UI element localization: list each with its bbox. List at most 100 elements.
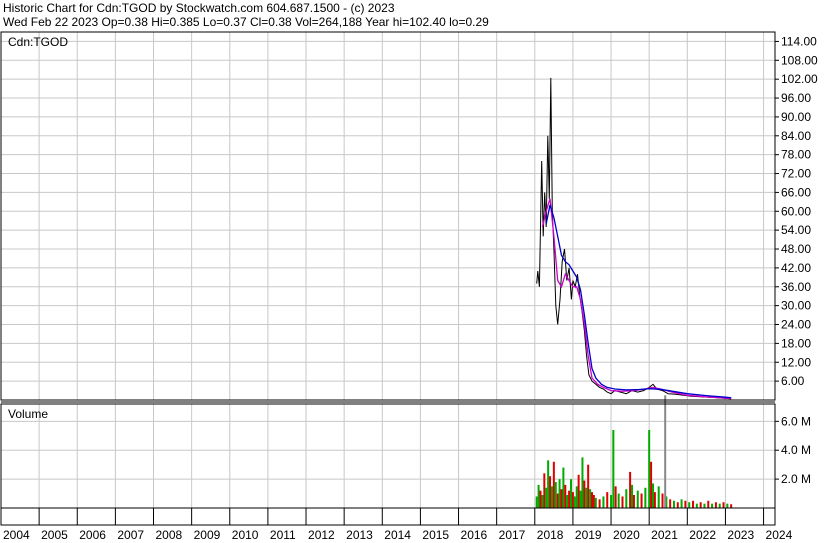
volume-bar xyxy=(550,486,553,508)
year-tick-label: 2019 xyxy=(575,528,602,542)
volume-bar xyxy=(676,502,679,508)
price-tick-label: 108.00 xyxy=(781,53,818,67)
price-tick-label: 84.00 xyxy=(781,129,811,143)
volume-bar xyxy=(672,500,675,508)
volume-bar xyxy=(606,492,609,508)
price-tick-label: 6.00 xyxy=(781,374,805,388)
volume-bar xyxy=(636,490,639,508)
price-panel-frame xyxy=(0,31,776,401)
volume-bar xyxy=(669,499,672,508)
volume-bar xyxy=(566,495,569,508)
volume-bar xyxy=(545,487,548,508)
volume-bar xyxy=(562,467,565,508)
volume-bar xyxy=(556,493,559,508)
year-tick-label: 2010 xyxy=(232,528,259,542)
moving-average-long-line xyxy=(545,204,732,399)
volume-bar xyxy=(592,495,595,508)
stock-chart: 114.00 108.00 102.00 96.00 90.00 84.00 78.00 72… xyxy=(0,31,818,542)
price-lines xyxy=(536,77,732,400)
year-tick-label: 2009 xyxy=(194,528,221,542)
volume-bar xyxy=(537,484,540,508)
price-tick-label: 90.00 xyxy=(781,110,811,124)
volume-bar xyxy=(583,480,586,508)
volume-bar xyxy=(581,457,584,508)
price-tick-label: 78.00 xyxy=(781,148,811,162)
volume-bars xyxy=(535,395,733,508)
volume-bar xyxy=(707,500,710,508)
year-tick-label: 2004 xyxy=(3,528,30,542)
axis-labels: 114.00 108.00 102.00 96.00 90.00 84.00 78.00 72… xyxy=(3,34,818,542)
volume-bar xyxy=(657,486,660,508)
volume-bar xyxy=(714,502,717,508)
moving-average-short-line xyxy=(541,198,732,400)
volume-bar xyxy=(587,464,590,508)
x-axis-frame xyxy=(0,507,776,526)
price-tick-label: 60.00 xyxy=(781,204,811,218)
year-tick-label: 2018 xyxy=(537,528,564,542)
year-tick-label: 2011 xyxy=(270,528,296,542)
year-tick-label: 2024 xyxy=(766,528,793,542)
price-tick-label: 48.00 xyxy=(781,242,811,256)
volume-bar xyxy=(632,495,635,508)
volume-bar xyxy=(585,487,588,508)
volume-bar xyxy=(711,503,714,508)
volume-bar xyxy=(602,496,605,508)
volume-bar xyxy=(703,503,706,508)
volume-bar xyxy=(640,493,643,508)
volume-bar xyxy=(695,503,698,508)
year-tick-label: 2017 xyxy=(499,528,526,542)
year-tick-label: 2005 xyxy=(41,528,68,542)
volume-panel-label: Volume xyxy=(8,407,48,421)
volume-bar xyxy=(547,460,550,508)
volume-grid xyxy=(1,420,779,480)
volume-bar xyxy=(552,461,555,508)
volume-bar xyxy=(579,490,582,508)
volume-bar xyxy=(573,496,576,508)
volume-bar xyxy=(621,496,624,508)
volume-tick-label: 2.0 M xyxy=(781,472,811,486)
volume-bar xyxy=(661,493,664,508)
volume-bar xyxy=(688,502,691,508)
year-tick-label: 2016 xyxy=(461,528,488,542)
volume-bar xyxy=(539,490,542,508)
volume-bar xyxy=(699,502,702,508)
year-tick-label: 2013 xyxy=(346,528,373,542)
volume-bar xyxy=(680,499,683,508)
volume-bar xyxy=(631,484,634,508)
price-tick-label: 102.00 xyxy=(781,72,818,86)
year-tick-label: 2008 xyxy=(156,528,183,542)
panel-frames xyxy=(0,31,776,526)
price-tick-label: 96.00 xyxy=(781,91,811,105)
price-grid xyxy=(1,40,779,382)
year-tick-label: 2012 xyxy=(308,528,335,542)
volume-bar xyxy=(541,495,544,508)
year-tick-label: 2023 xyxy=(727,528,754,542)
volume-bar xyxy=(692,500,695,508)
volume-bar xyxy=(598,499,601,508)
price-tick-label: 30.00 xyxy=(781,299,811,313)
volume-bar xyxy=(610,495,613,508)
price-tick-label: 54.00 xyxy=(781,223,811,237)
price-tick-label: 12.00 xyxy=(781,355,811,369)
price-tick-label: 18.00 xyxy=(781,336,811,350)
volume-bar xyxy=(590,492,593,508)
year-tick-label: 2015 xyxy=(422,528,449,542)
year-tick-label: 2020 xyxy=(613,528,640,542)
volume-bar xyxy=(554,482,557,508)
volume-bar xyxy=(617,493,620,508)
year-tick-label: 2006 xyxy=(79,528,106,542)
volume-tick-label: 6.0 M xyxy=(781,414,811,428)
volume-bar xyxy=(629,471,632,508)
volume-bar xyxy=(718,503,721,508)
price-tick-label: 36.00 xyxy=(781,280,811,294)
volume-bar xyxy=(730,504,733,508)
volume-bar xyxy=(575,486,578,508)
volume-bar xyxy=(650,461,653,508)
volume-bar xyxy=(612,430,615,508)
volume-bar xyxy=(535,496,538,508)
volume-bar xyxy=(651,483,654,508)
volume-bar xyxy=(726,503,729,508)
volume-bar xyxy=(648,430,651,508)
price-tick-label: 24.00 xyxy=(781,318,811,332)
price-tick-label: 42.00 xyxy=(781,261,811,275)
